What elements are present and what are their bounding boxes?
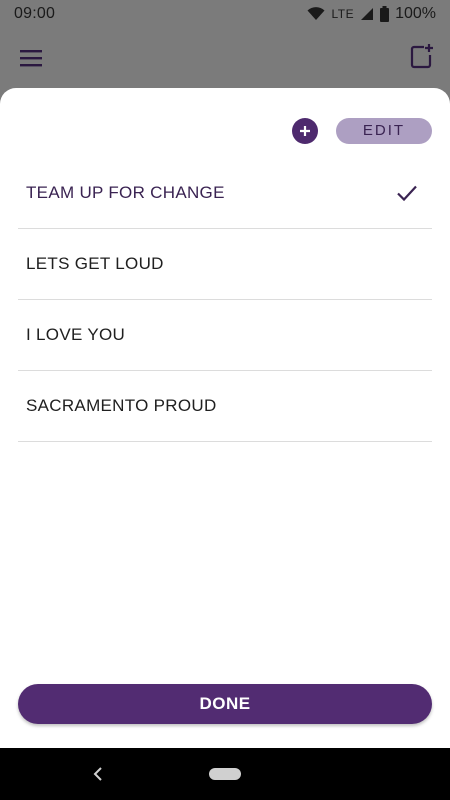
list-item-label: TEAM UP FOR CHANGE [26, 183, 225, 202]
menu-icon[interactable] [18, 46, 44, 70]
home-icon[interactable] [209, 768, 241, 780]
status-time: 09:00 [14, 5, 56, 22]
battery-icon [380, 6, 390, 22]
list-item[interactable]: TEAM UP FOR CHANGE [18, 158, 432, 229]
navigation-bar [0, 748, 450, 800]
list-item-label: I LOVE YOU [26, 325, 126, 344]
wifi-icon [307, 7, 325, 20]
check-icon [397, 185, 417, 202]
status-icons: LTE 100% [307, 4, 436, 24]
status-bar: 09:00 LTE 100% [0, 0, 450, 28]
list-item[interactable]: LETS GET LOUD [18, 229, 432, 300]
list-item-label: LETS GET LOUD [26, 254, 164, 273]
list-item-label: SACRAMENTO PROUD [26, 396, 217, 415]
battery-level: 100% [395, 5, 436, 22]
compose-icon[interactable] [410, 43, 434, 69]
back-icon[interactable] [88, 764, 108, 784]
add-button[interactable] [292, 118, 318, 144]
signal-icon [361, 8, 374, 20]
network-type: LTE [331, 7, 355, 21]
edit-button[interactable]: EDIT [336, 118, 432, 144]
app-bar [0, 28, 450, 90]
list-item[interactable]: SACRAMENTO PROUD [18, 371, 432, 442]
list-item[interactable]: I LOVE YOU [18, 300, 432, 371]
done-button[interactable]: DONE [18, 684, 432, 724]
bottom-sheet: EDIT TEAM UP FOR CHANGE LETS GET LOUD I … [0, 88, 450, 748]
plus-icon [300, 126, 310, 136]
tag-list: TEAM UP FOR CHANGE LETS GET LOUD I LOVE … [18, 158, 432, 442]
